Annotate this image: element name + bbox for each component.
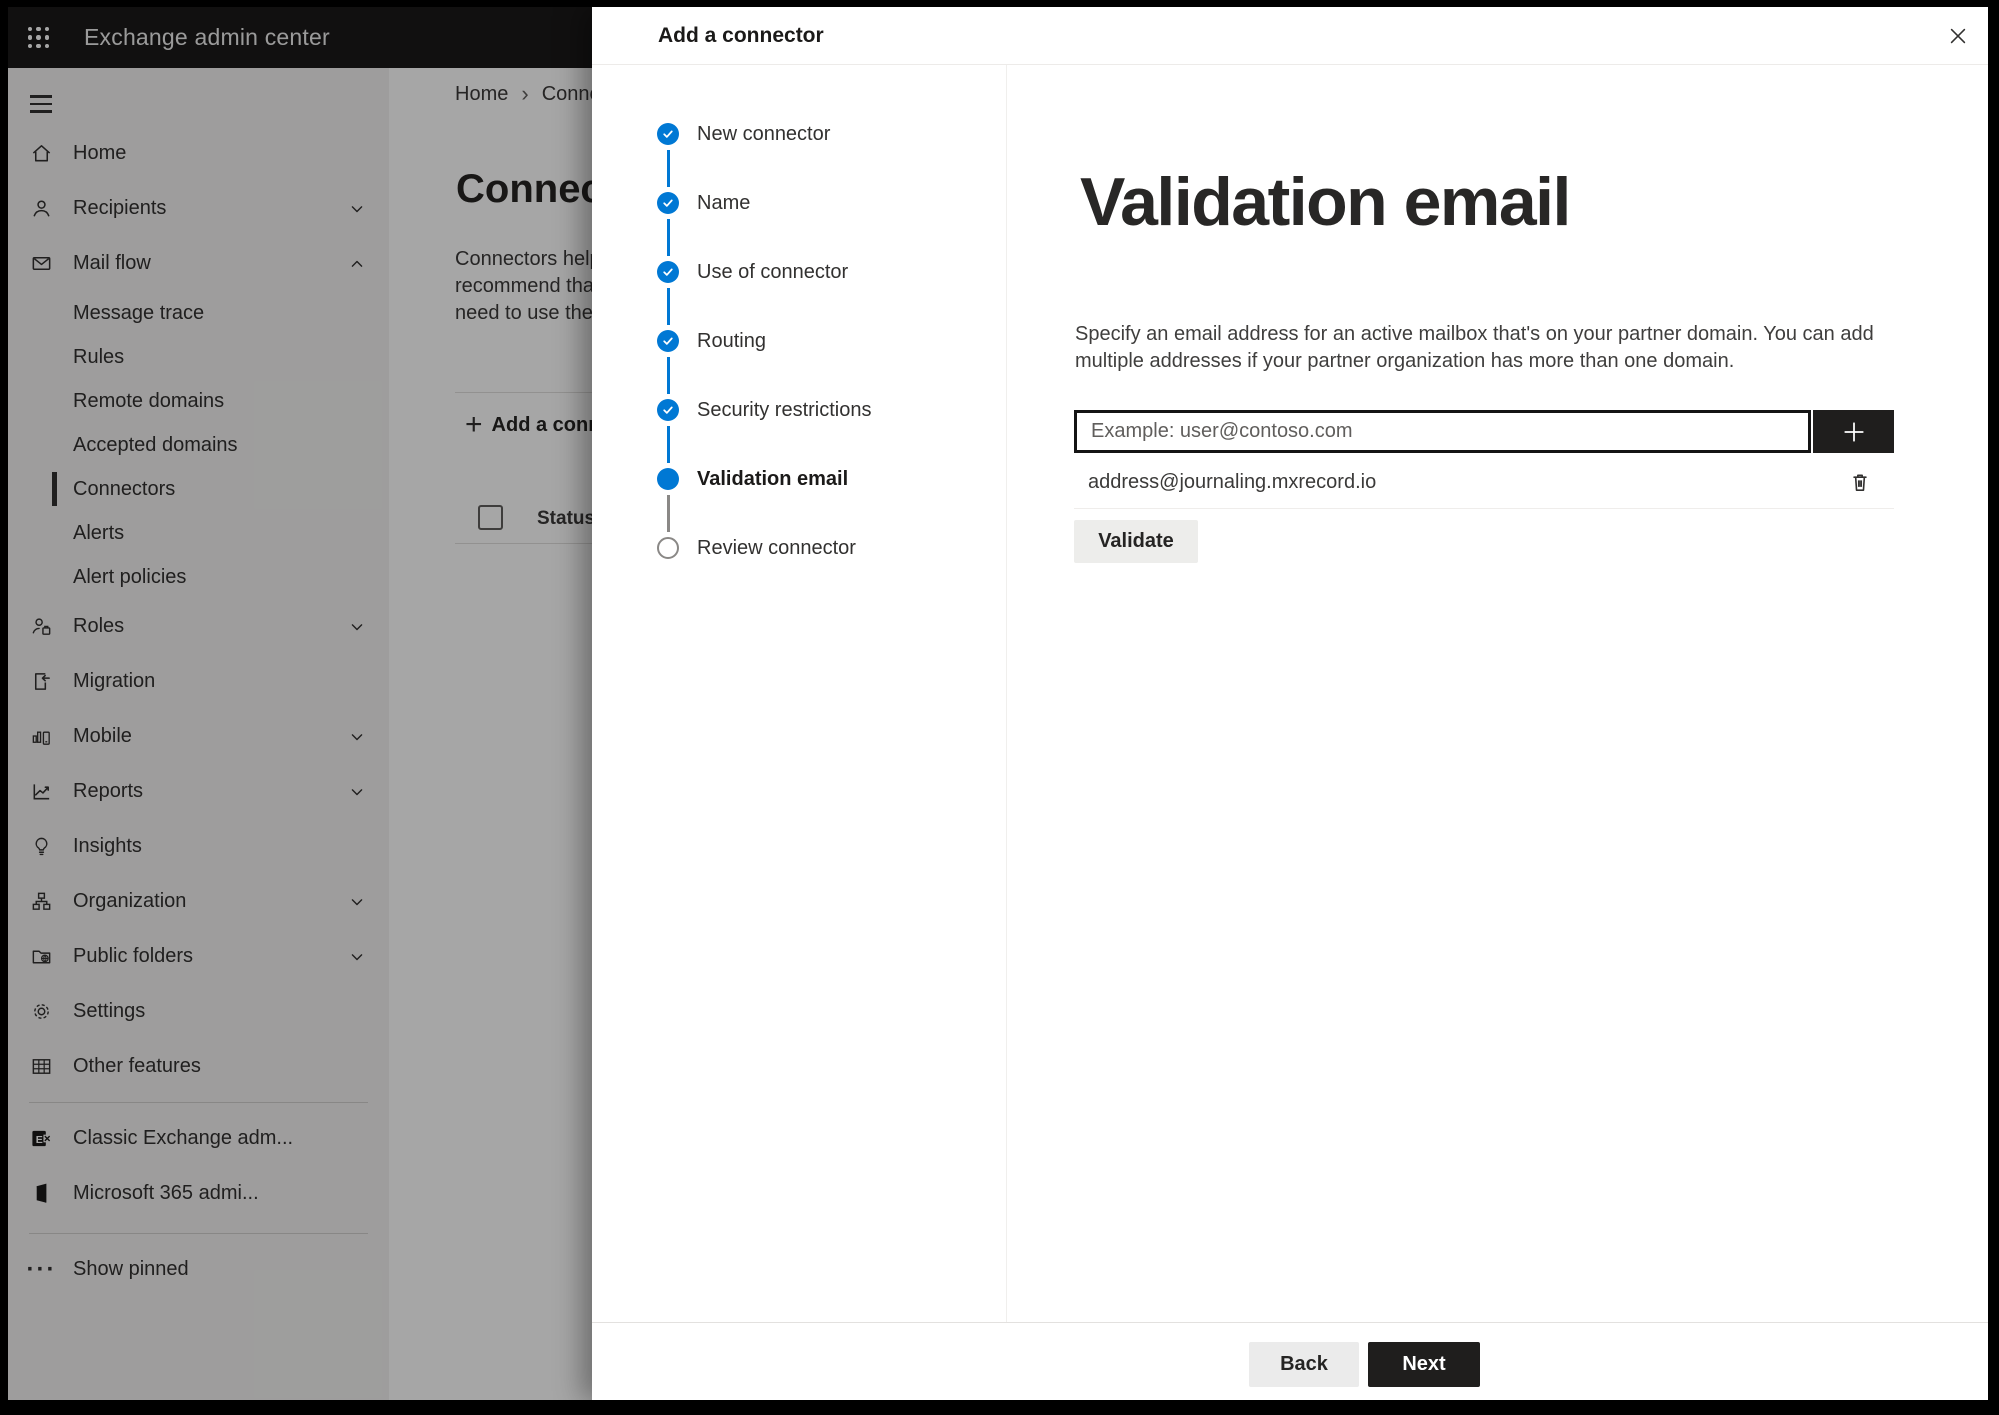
address-row-divider [1074, 508, 1894, 509]
validate-button[interactable]: Validate [1074, 520, 1198, 563]
wizard-step-label: Security restrictions [697, 398, 872, 421]
wizard-step-label: New connector [697, 122, 831, 145]
wizard-step-name[interactable]: Name [657, 187, 750, 219]
step-completed-check-icon [657, 192, 679, 214]
modal-dim-overlay [8, 7, 592, 1400]
footer-divider [592, 1322, 1988, 1323]
validation-address-value: address@journaling.mxrecord.io [1088, 471, 1377, 493]
wizard-step-label: Name [697, 191, 751, 214]
wizard-step-routing[interactable]: Routing [657, 325, 766, 357]
wizard-step-validation-email[interactable]: Validation email [657, 463, 848, 495]
plus-icon [1843, 421, 1864, 442]
step-description-line: Specify an email address for an active m… [1075, 323, 1874, 345]
step-description-line: multiple addresses if your partner organ… [1075, 350, 1735, 372]
step-completed-check-icon [657, 399, 679, 421]
step-page-title: Validation email [1080, 164, 1571, 240]
add-address-button[interactable] [1813, 410, 1894, 453]
wizard-step-connector-line [666, 426, 670, 463]
panel-header: Add a connector [592, 7, 1988, 65]
step-todo-icon [657, 537, 679, 559]
add-connector-panel: Add a connector New connector Name Use of … [592, 7, 1988, 1400]
wizard-divider [1006, 65, 1007, 1322]
wizard-step-label: Review connector [697, 536, 856, 559]
trash-icon [1853, 474, 1867, 491]
wizard-step-connector-line [666, 219, 670, 256]
step-completed-check-icon [657, 261, 679, 283]
delete-address-button[interactable] [1846, 468, 1874, 496]
step-current-icon [657, 468, 679, 490]
close-panel-button[interactable] [1944, 22, 1972, 50]
back-button[interactable]: Back [1249, 1342, 1359, 1387]
wizard-step-security-restrictions[interactable]: Security restrictions [657, 394, 872, 426]
wizard-step-label: Validation email [697, 467, 849, 490]
step-completed-check-icon [657, 123, 679, 145]
panel-title: Add a connector [658, 23, 824, 47]
close-icon [1950, 28, 1966, 44]
wizard-step-connector-line [666, 288, 670, 325]
wizard-step-label: Use of connector [697, 260, 849, 283]
next-button[interactable]: Next [1368, 1342, 1480, 1387]
wizard-step-connector-line [666, 150, 670, 187]
wizard-step-use-of-connector[interactable]: Use of connector [657, 256, 848, 288]
wizard-step-new-connector[interactable]: New connector [657, 118, 830, 150]
step-description: Specify an email address for an active m… [1075, 321, 1874, 375]
wizard-step-review-connector[interactable]: Review connector [657, 532, 856, 564]
wizard-step-connector-line [666, 357, 670, 394]
step-completed-check-icon [657, 330, 679, 352]
wizard-step-connector-line [666, 495, 670, 532]
exchange-admin-window: Exchange admin center Home Recipients Mail… [8, 7, 1988, 1400]
wizard-step-label: Routing [697, 329, 766, 352]
validation-email-input[interactable] [1074, 410, 1811, 453]
